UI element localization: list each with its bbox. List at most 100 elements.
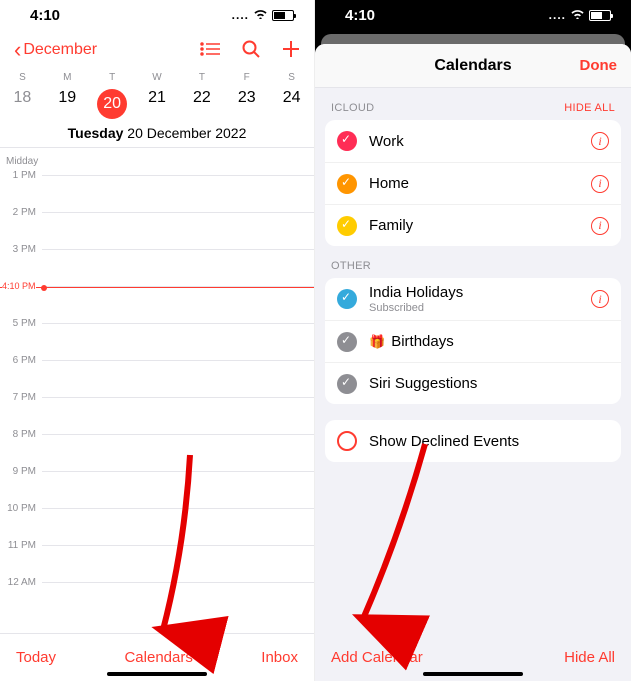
status-right: .... — [232, 8, 294, 22]
hour-label: 5 PM — [0, 318, 42, 329]
hour-row[interactable]: 3 PM — [0, 249, 314, 286]
wifi-icon — [253, 8, 268, 22]
hour-row[interactable]: 4 PM — [0, 286, 314, 323]
wifi-icon — [570, 8, 585, 22]
calendar-row[interactable]: Siri Suggestions — [325, 362, 621, 404]
hour-line — [42, 360, 314, 361]
timeline[interactable]: 1 PM2 PM3 PM4 PM5 PM6 PM7 PM8 PM9 PM10 P… — [0, 175, 314, 619]
day-cell[interactable]: 24 — [269, 89, 314, 119]
hour-row[interactable]: 1 PM — [0, 175, 314, 212]
calendar-label: Work — [369, 133, 591, 150]
day-cell[interactable]: 18 — [0, 89, 45, 119]
calendar-label: India HolidaysSubscribed — [369, 284, 591, 314]
hour-row[interactable]: 5 PM — [0, 323, 314, 360]
hour-line — [42, 508, 314, 509]
hour-label: 7 PM — [0, 392, 42, 403]
hour-line — [42, 249, 314, 250]
calendar-list-card: India HolidaysSubscribedi 🎁Birthdays Siri … — [325, 278, 621, 404]
status-time: 4:10 — [345, 7, 375, 24]
checkmark-icon — [337, 216, 357, 236]
hour-label: 11 PM — [0, 540, 42, 551]
day-cell[interactable]: 20 — [90, 89, 135, 119]
info-icon[interactable]: i — [591, 132, 609, 150]
search-icon[interactable] — [242, 40, 260, 61]
hour-label: 6 PM — [0, 355, 42, 366]
hour-row[interactable]: 10 PM — [0, 508, 314, 545]
info-icon[interactable]: i — [591, 175, 609, 193]
sheet-header: Calendars Done — [315, 44, 631, 88]
info-icon[interactable]: i — [591, 290, 609, 308]
status-bar: 4:10 .... — [315, 0, 631, 30]
calendars-button[interactable]: Calendars — [124, 649, 192, 666]
hour-line — [42, 582, 314, 583]
home-indicator[interactable] — [107, 672, 207, 676]
list-icon[interactable] — [200, 42, 220, 59]
status-bar: 4:10 .... — [0, 0, 314, 30]
checkmark-icon — [337, 131, 357, 151]
declined-label: Show Declined Events — [369, 433, 609, 450]
hour-row[interactable]: 12 AM — [0, 582, 314, 619]
calendar-label: Home — [369, 175, 591, 192]
calendar-sublabel: Subscribed — [369, 302, 591, 314]
date-line: Tuesday 20 December 2022 — [0, 125, 314, 148]
now-indicator: 4:10 PM — [0, 287, 314, 288]
sheet: Calendars Done ICLOUDHIDE ALLWorkiHomeiF… — [315, 44, 631, 681]
hour-label: 10 PM — [0, 503, 42, 514]
weekday-labels: SMTWTFS — [0, 70, 314, 85]
info-icon[interactable]: i — [591, 217, 609, 235]
section-header: OTHER — [315, 246, 631, 278]
weekday-label: W — [135, 72, 180, 83]
checkmark-icon — [337, 289, 357, 309]
hide-all-button[interactable]: Hide All — [564, 649, 615, 666]
back-label: December — [23, 41, 97, 59]
show-declined-row[interactable]: Show Declined Events — [325, 420, 621, 462]
done-button[interactable]: Done — [580, 57, 618, 74]
day-cell[interactable]: 22 — [179, 89, 224, 119]
date-full: 20 December 2022 — [127, 125, 246, 141]
calendar-row[interactable]: Homei — [325, 162, 621, 204]
checkmark-icon — [337, 332, 357, 352]
day-cell[interactable]: 23 — [224, 89, 269, 119]
weekday-label: M — [45, 72, 90, 83]
hour-row[interactable]: 8 PM — [0, 434, 314, 471]
hour-line — [42, 434, 314, 435]
calendar-row[interactable]: 🎁Birthdays — [325, 320, 621, 362]
status-right: .... — [549, 8, 611, 22]
battery-icon — [272, 10, 294, 21]
hour-row[interactable]: 2 PM — [0, 212, 314, 249]
declined-card: Show Declined Events — [325, 420, 621, 462]
hour-row[interactable]: 6 PM — [0, 360, 314, 397]
hour-label: 2 PM — [0, 207, 42, 218]
sheet-title: Calendars — [434, 57, 511, 75]
calendars-sheet-view: 4:10 .... Calendars Done ICLOUDHIDE ALLW… — [315, 0, 631, 681]
hour-line — [42, 212, 314, 213]
hour-row[interactable]: 9 PM — [0, 471, 314, 508]
calendar-row[interactable]: India HolidaysSubscribedi — [325, 278, 621, 320]
calendar-label: 🎁Birthdays — [369, 333, 609, 350]
calendar-row[interactable]: Worki — [325, 120, 621, 162]
today-button[interactable]: Today — [16, 649, 56, 666]
calendar-label: Family — [369, 217, 591, 234]
back-button[interactable]: ‹ December — [14, 39, 97, 61]
add-icon[interactable] — [282, 40, 300, 61]
section-header: ICLOUDHIDE ALL — [315, 88, 631, 120]
hour-line — [42, 397, 314, 398]
cellular-icon: .... — [232, 8, 249, 22]
add-calendar-button[interactable]: Add Calendar — [331, 649, 423, 666]
day-cell[interactable]: 21 — [135, 89, 180, 119]
weekday-label: S — [0, 72, 45, 83]
day-cell[interactable]: 19 — [45, 89, 90, 119]
hour-label: 9 PM — [0, 466, 42, 477]
weekday-label: T — [90, 72, 135, 83]
hide-all-link[interactable]: HIDE ALL — [564, 102, 615, 114]
calendar-row[interactable]: Familyi — [325, 204, 621, 246]
calendar-label: Siri Suggestions — [369, 375, 609, 392]
home-indicator[interactable] — [423, 672, 523, 676]
inbox-button[interactable]: Inbox — [261, 649, 298, 666]
gift-icon: 🎁 — [369, 334, 385, 349]
hour-row[interactable]: 11 PM — [0, 545, 314, 582]
unchecked-circle-icon — [337, 431, 357, 451]
hour-label: 8 PM — [0, 429, 42, 440]
hour-line — [42, 175, 314, 176]
hour-row[interactable]: 7 PM — [0, 397, 314, 434]
